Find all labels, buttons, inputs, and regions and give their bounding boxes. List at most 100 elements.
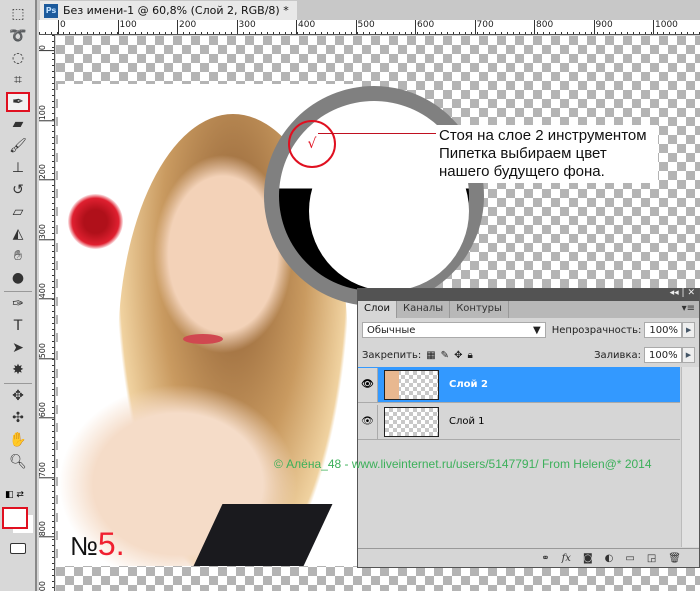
- photoshop-icon: Ps: [44, 3, 58, 18]
- ruler-label: 0: [58, 20, 66, 34]
- magnifier-illustration: [264, 86, 484, 306]
- type-icon[interactable]: T: [6, 316, 30, 336]
- document-tab-bar: Ps Без имени-1 @ 60,8% (Слой 2, RGB/8) *: [37, 0, 700, 20]
- ruler-label: 500: [39, 342, 54, 359]
- ruler-label: 700: [39, 461, 54, 478]
- lock-label: Закрепить:: [362, 349, 422, 361]
- tab-layers[interactable]: Слои: [358, 301, 397, 318]
- marquee-icon[interactable]: ⬚: [6, 4, 30, 24]
- ruler-label: 900: [593, 20, 613, 34]
- layer-name: Слой 2: [449, 379, 488, 390]
- dodge-icon[interactable]: ●: [6, 268, 30, 288]
- toolbar-divider: [4, 291, 32, 292]
- healing-icon[interactable]: ▰: [6, 114, 30, 134]
- pen-icon[interactable]: ✑: [6, 294, 30, 314]
- lock-transparency-icon[interactable]: ▦: [426, 350, 435, 361]
- quick-mask-icon[interactable]: [10, 543, 26, 554]
- eyedropper-icon[interactable]: ✒: [6, 92, 30, 112]
- horizontal-ruler[interactable]: 0 100 200 300 400 500 600 700 800 900 1000: [39, 20, 700, 35]
- toolbar-divider: [4, 383, 32, 384]
- adjustment-icon[interactable]: ◐: [605, 553, 614, 564]
- lock-all-icon[interactable]: 🔒︎: [467, 350, 472, 361]
- folder-icon[interactable]: ▭: [625, 553, 634, 564]
- default-colors-icon[interactable]: ◧ ⇄: [5, 490, 24, 500]
- ruler-label: 400: [296, 20, 315, 34]
- document-tab[interactable]: Ps Без имени-1 @ 60,8% (Слой 2, RGB/8) *: [40, 1, 297, 20]
- ruler-label: 0: [39, 45, 54, 52]
- 3d-pan-icon[interactable]: ✣: [6, 408, 30, 428]
- hand-icon[interactable]: ✋: [6, 430, 30, 450]
- layer-name: Слой 1: [449, 416, 485, 427]
- ruler-label: 800: [534, 20, 553, 34]
- opacity-label: Непрозрачность:: [551, 324, 642, 336]
- callout-line: нашего будущего фона.: [439, 163, 605, 180]
- tools-panel: ⬚ ➰ ◌ ⌗ ✒ ▰ 🖌︎ ⊥ ↺ ▱ ◭ ✋︎ ● ✑ T ➤ ✸ ✥ ✣ ✋ 🔍︎ ◧ ⇄: [0, 0, 37, 591]
- ruler-label: 200: [177, 20, 196, 34]
- panel-menu-icon[interactable]: ▾≡: [682, 303, 695, 314]
- fill-input[interactable]: 100%: [644, 347, 682, 363]
- document-title: Без имени-1 @ 60,8% (Слой 2, RGB/8) *: [63, 4, 289, 17]
- 3d-rotate-icon[interactable]: ✥: [6, 386, 30, 406]
- ruler-label: 700: [474, 20, 494, 34]
- blend-mode-select[interactable]: Обычные ▼: [362, 322, 546, 338]
- ruler-label: 300: [39, 223, 54, 240]
- layer-row-selected[interactable]: 👁︎ Слой 2: [358, 367, 680, 403]
- foreground-color-swatch[interactable]: [2, 507, 28, 529]
- callout-line: Пипетка выбираем цвет: [439, 145, 607, 162]
- quick-select-icon[interactable]: ◌: [6, 48, 30, 68]
- mask-icon[interactable]: ◙: [583, 553, 593, 564]
- trash-icon[interactable]: 🗑︎: [668, 553, 681, 564]
- chevron-down-icon: ▼: [533, 324, 541, 336]
- ruler-label: 200: [39, 164, 54, 181]
- path-select-icon[interactable]: ➤: [6, 338, 30, 358]
- eye-icon[interactable]: 👁︎: [358, 404, 378, 439]
- tab-channels[interactable]: Каналы: [397, 301, 451, 318]
- ruler-label: 300: [236, 20, 256, 34]
- shape-icon[interactable]: ✸: [6, 360, 30, 380]
- link-icon[interactable]: ⚭: [541, 553, 549, 564]
- fill-slider-button[interactable]: ▶: [682, 347, 695, 363]
- ruler-label: 800: [39, 521, 54, 538]
- layers-scrollbar[interactable]: [681, 367, 699, 547]
- callout-text: Стоя на слое 2 инструментом Пипетка выби…: [436, 125, 658, 183]
- stamp-icon[interactable]: ⊥: [6, 158, 30, 178]
- layer-row[interactable]: 👁︎ Слой 1: [358, 404, 680, 440]
- collapse-close-icon[interactable]: ◂◂ | ✕: [670, 288, 695, 298]
- ruler-label: 900: [39, 580, 54, 591]
- paint-bucket-icon[interactable]: ◭: [6, 224, 30, 244]
- layer-thumbnail: [384, 369, 439, 400]
- panel-titlebar: ◂◂ | ✕: [358, 288, 699, 301]
- ruler-label: 100: [39, 104, 54, 121]
- crop-icon[interactable]: ⌗: [6, 70, 30, 90]
- fill-label: Заливка:: [594, 349, 641, 361]
- lock-position-icon[interactable]: ✥: [454, 350, 462, 361]
- ruler-label: 600: [39, 402, 54, 419]
- opacity-input[interactable]: 100%: [644, 322, 683, 338]
- callout-line: Стоя на слое 2 инструментом: [439, 127, 647, 144]
- eraser-icon[interactable]: ▱: [6, 202, 30, 222]
- watermark: © Алёна_48 - www.liveinternet.ru/users/5…: [274, 457, 652, 471]
- step-number: №5.: [70, 526, 125, 562]
- ruler-label: 500: [355, 20, 375, 34]
- opacity-slider-button[interactable]: ▶: [682, 322, 695, 338]
- tab-paths[interactable]: Контуры: [450, 301, 509, 318]
- layer-thumbnail: [384, 406, 439, 437]
- history-brush-icon[interactable]: ↺: [6, 180, 30, 200]
- zoom-icon[interactable]: 🔍︎: [6, 452, 30, 472]
- ruler-label: 1000: [653, 20, 678, 34]
- fx-icon[interactable]: fx: [562, 553, 571, 564]
- brush-icon[interactable]: 🖌︎: [6, 136, 30, 156]
- callout-leader-line: [318, 133, 436, 134]
- ruler-label: 100: [117, 20, 137, 34]
- check-mark: √: [307, 136, 317, 152]
- blur-icon[interactable]: ✋︎: [6, 246, 30, 266]
- lock-pixels-icon[interactable]: ✎: [441, 350, 449, 361]
- lasso-icon[interactable]: ➰: [6, 26, 30, 46]
- vertical-ruler[interactable]: 0 100 200 300 400 500 600 700 800 900: [39, 35, 55, 591]
- eye-icon[interactable]: 👁︎: [358, 367, 378, 402]
- new-layer-icon[interactable]: ◲: [647, 553, 656, 564]
- eyedropper-sample-marker: √: [288, 120, 336, 168]
- ruler-label: 600: [415, 20, 434, 34]
- layers-panel: ◂◂ | ✕ Слои Каналы Контуры ▾≡ Обычные ▼ Н…: [357, 288, 700, 568]
- panel-footer: ⚭ fx ◙ ◐ ▭ ◲ 🗑︎: [358, 548, 699, 567]
